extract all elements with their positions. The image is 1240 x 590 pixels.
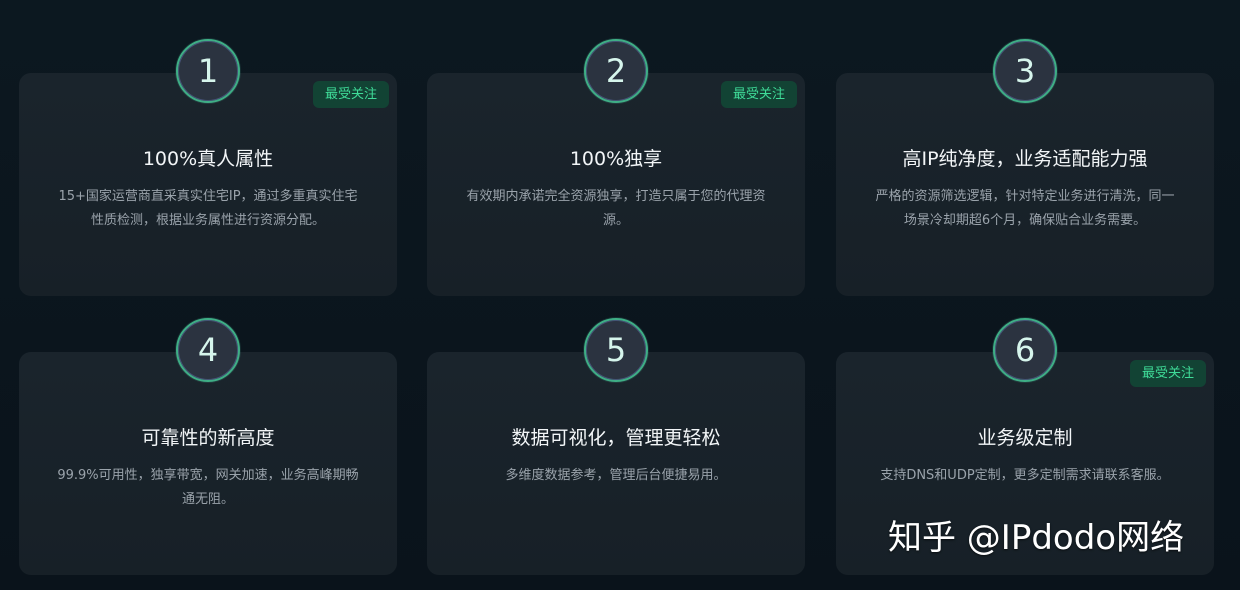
feature-title: 100%独享 xyxy=(569,148,663,170)
most-popular-tag: 最受关注 xyxy=(1129,360,1206,387)
feature-title: 业务级定制 xyxy=(977,427,1073,449)
zhihu-watermark: 知乎 @IPdodo网络 xyxy=(888,518,1185,558)
feature-card-1: 1 最受关注 100%真人属性 15+国家运营商直采真实住宅IP，通过多重真实住… xyxy=(19,39,397,296)
feature-grid: 1 最受关注 100%真人属性 15+国家运营商直采真实住宅IP，通过多重真实住… xyxy=(0,0,1240,590)
feature-title: 100%真人属性 xyxy=(142,148,274,170)
feature-card-5: 5 数据可视化，管理更轻松 多维度数据参考，管理后台便捷易用。 xyxy=(427,318,805,575)
feature-title: 高IP纯净度，业务适配能力强 xyxy=(902,148,1148,170)
feature-title: 数据可视化，管理更轻松 xyxy=(511,427,721,449)
feature-description: 99.9%可用性，独享带宽，网关加速，业务高峰期畅通无阻。 xyxy=(57,468,359,507)
most-popular-tag: 最受关注 xyxy=(312,81,389,108)
feature-description: 严格的资源筛选逻辑，针对特定业务进行清洗，同一场景冷却期超6个月，确保贴合业务需… xyxy=(875,189,1175,228)
feature-card-4: 4 可靠性的新高度 99.9%可用性，独享带宽，网关加速，业务高峰期畅通无阻。 xyxy=(19,318,397,575)
feature-number-badge: 3 xyxy=(993,39,1057,103)
feature-number-badge: 6 xyxy=(993,318,1057,382)
feature-card-3: 3 高IP纯净度，业务适配能力强 严格的资源筛选逻辑，针对特定业务进行清洗，同一… xyxy=(836,39,1214,296)
feature-number-badge: 2 xyxy=(584,39,648,103)
feature-description: 有效期内承诺完全资源独享，打造只属于您的代理资源。 xyxy=(466,189,766,228)
feature-card-2: 2 最受关注 100%独享 有效期内承诺完全资源独享，打造只属于您的代理资源。 xyxy=(427,39,805,296)
feature-number-badge: 4 xyxy=(176,318,240,382)
feature-description: 多维度数据参考，管理后台便捷易用。 xyxy=(505,468,727,483)
feature-description: 15+国家运营商直采真实住宅IP，通过多重真实住宅性质检测，根据业务属性进行资源… xyxy=(58,189,358,228)
most-popular-tag: 最受关注 xyxy=(720,81,797,108)
feature-number-badge: 5 xyxy=(584,318,648,382)
feature-number-badge: 1 xyxy=(176,39,240,103)
feature-description: 支持DNS和UDP定制，更多定制需求请联系客服。 xyxy=(880,468,1170,483)
feature-title: 可靠性的新高度 xyxy=(141,427,275,449)
